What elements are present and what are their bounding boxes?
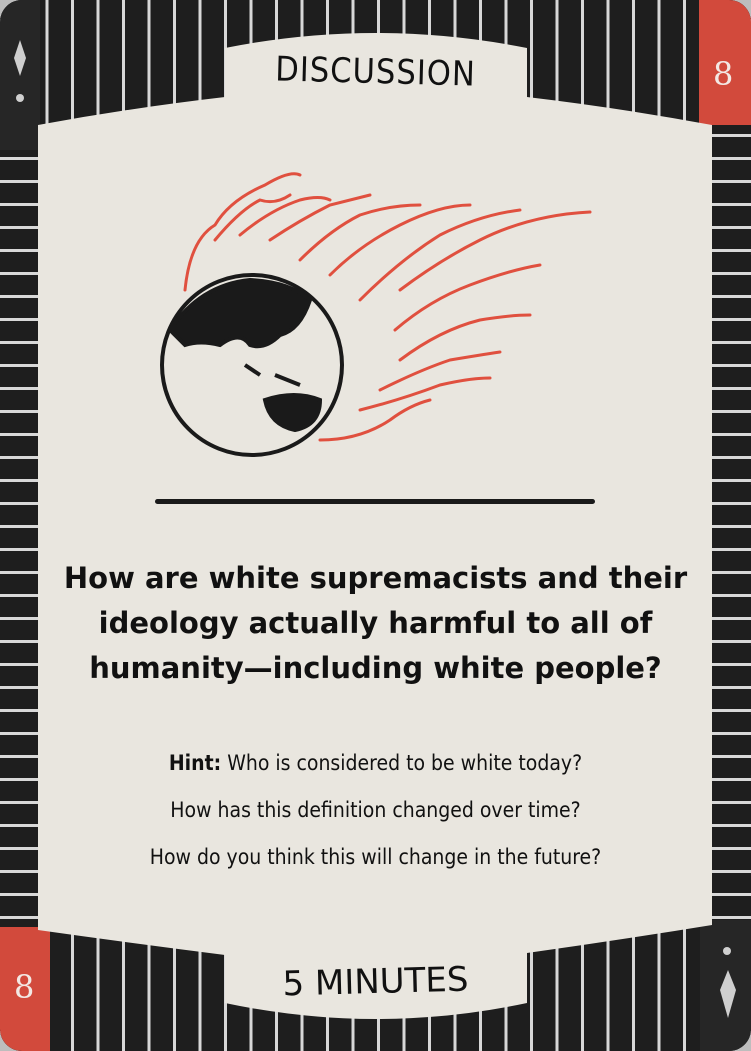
hint-line: Who is considered to be white today? — [221, 751, 583, 775]
question-line: How are white supremacists and their — [63, 561, 688, 595]
question-line: humanity—including white people? — [89, 651, 662, 685]
hint-text: Hint: Who is considered to be white toda… — [0, 740, 751, 881]
divider-line — [155, 499, 595, 504]
hint-line: How has this definition changed over tim… — [170, 798, 581, 822]
discussion-card: DISCUSSION 8 8 How are white supremacist… — [0, 0, 751, 1051]
question-line: ideology actually harmful to all of — [98, 606, 653, 640]
hint-line: How do you think this will change in the… — [149, 845, 602, 869]
card-number-top: 8 — [713, 55, 734, 93]
hint-label: Hint: — [168, 751, 222, 775]
card-background — [0, 0, 751, 1051]
question-text: How are white supremacists and their ide… — [0, 556, 751, 691]
globe — [160, 273, 344, 457]
